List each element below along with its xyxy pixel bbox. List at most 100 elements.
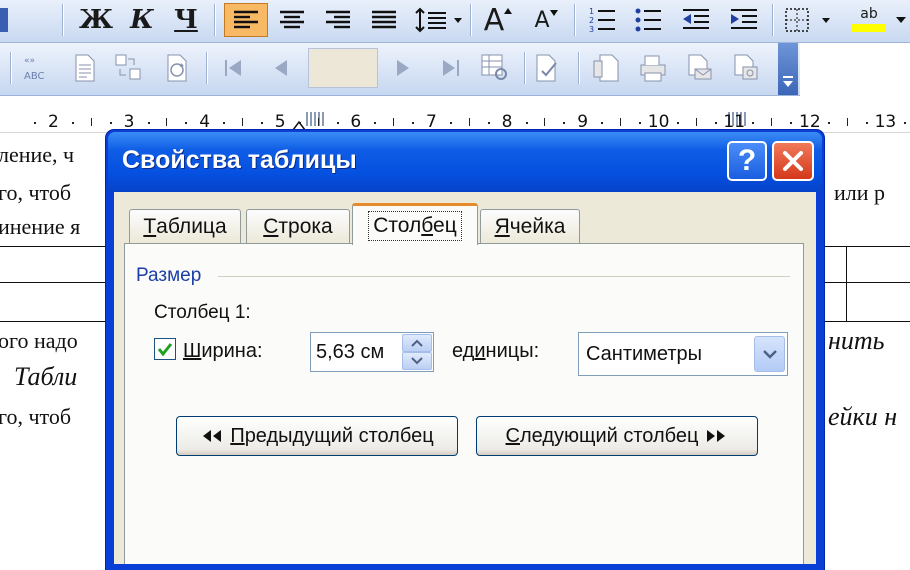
tab-label: аблица: [156, 214, 227, 238]
ruler-dot: [412, 122, 415, 124]
button-label: ледующий столбец: [519, 424, 699, 447]
ruler-tick: [317, 118, 319, 126]
grow-font-button[interactable]: A: [478, 3, 518, 38]
bulleted-list-button[interactable]: [628, 3, 668, 37]
spin-up-button[interactable]: [402, 334, 432, 352]
propagate-labels-button[interactable]: [160, 50, 194, 86]
first-record-icon: [225, 60, 241, 76]
shrink-font-icon: A: [534, 7, 550, 33]
dialog-title: Свойства таблицы: [122, 146, 357, 174]
align-right-button[interactable]: [318, 3, 358, 37]
ruler-dot: [790, 122, 793, 124]
merge-to-printer-button[interactable]: [636, 50, 670, 86]
chevron-up-icon: [411, 339, 423, 347]
fax-icon: [734, 54, 758, 80]
line-spacing-button[interactable]: [412, 3, 468, 37]
highlight-dropdown[interactable]: [892, 3, 910, 37]
horizontal-ruler[interactable]: [0, 96, 910, 133]
tab-row[interactable]: Строка: [246, 209, 350, 243]
align-center-icon: [280, 10, 304, 29]
highlight-button[interactable]: ab: [846, 3, 892, 37]
ruler-dot: [827, 122, 830, 124]
ruler-dot: [563, 122, 566, 124]
borders-icon: [785, 8, 830, 32]
view-merged-data-button[interactable]: «» ABC: [22, 50, 56, 86]
width-checkbox[interactable]: [154, 338, 176, 360]
check-errors-button[interactable]: [532, 50, 566, 86]
bold-button[interactable]: Ж: [78, 3, 114, 37]
ruler-dot: [260, 122, 263, 124]
highlight-fields-button[interactable]: [68, 50, 102, 86]
tab-accesskey: Я: [494, 214, 510, 238]
tab-label: чейка: [509, 214, 566, 238]
decrease-indent-button[interactable]: [676, 3, 716, 37]
shrink-font-button[interactable]: A: [528, 3, 564, 37]
ruler-tick: [166, 118, 168, 126]
previous-column-button[interactable]: Предыдущий столбец: [176, 416, 458, 456]
highlight-icon: ab: [860, 6, 878, 22]
align-left-button[interactable]: [224, 3, 268, 37]
tab-column[interactable]: Столбец: [352, 203, 478, 245]
last-record-button[interactable]: [434, 50, 468, 86]
toolbar-edge: [0, 8, 8, 32]
tab-focus-box: Столбец: [368, 210, 462, 241]
ruler-tick: [771, 118, 773, 126]
numbered-list-button[interactable]: 123: [582, 3, 622, 37]
decrease-indent-icon: [683, 9, 709, 29]
highlight-color-bar: [852, 24, 886, 32]
first-record-button[interactable]: [216, 50, 250, 86]
ruler-tick: [620, 118, 621, 126]
close-button[interactable]: [772, 141, 814, 181]
find-entry-button[interactable]: [478, 50, 512, 86]
previous-record-icon: [275, 60, 287, 76]
svg-text:3: 3: [589, 25, 594, 33]
match-fields-button[interactable]: [112, 50, 146, 86]
italic-glyph: К: [130, 5, 154, 35]
ruler-number: 4: [199, 112, 211, 132]
tab-panel-column: [124, 243, 804, 564]
ruler-dot: [223, 122, 226, 124]
italic-button[interactable]: К: [124, 3, 160, 37]
align-left-icon: [234, 10, 258, 29]
ruler-dot: [487, 122, 490, 124]
next-record-icon: [397, 60, 409, 76]
doc-line: го, чтоб: [0, 180, 72, 205]
next-column-button[interactable]: Следующий столбец: [476, 416, 758, 456]
tab-cell[interactable]: Ячейка: [480, 209, 580, 243]
increase-indent-button[interactable]: [724, 3, 764, 37]
width-spinner[interactable]: [402, 334, 432, 370]
document-icon: [75, 54, 95, 82]
ruler-tick: [90, 118, 92, 126]
width-label: Ширина:: [183, 340, 263, 363]
justify-button[interactable]: [364, 3, 404, 37]
label-text: ницы:: [485, 340, 540, 362]
last-record-icon: [443, 60, 459, 76]
merge-to-email-button[interactable]: [682, 50, 716, 86]
doc-line: ейки н: [828, 402, 898, 431]
toolbar-options-button[interactable]: [778, 43, 798, 95]
label-text: ед: [452, 340, 475, 362]
match-fields-icon: [115, 54, 141, 80]
help-button[interactable]: ?: [727, 141, 767, 181]
tab-table[interactable]: Таблица: [129, 209, 241, 243]
next-record-button[interactable]: [386, 50, 420, 86]
close-icon: [783, 151, 803, 171]
ruler-number: 11: [723, 112, 746, 132]
previous-record-button[interactable]: [264, 50, 298, 86]
button-accesskey: П: [230, 424, 245, 447]
spin-down-button[interactable]: [402, 352, 432, 370]
column-marker[interactable]: [306, 112, 326, 126]
chevron-down-icon: [783, 76, 793, 87]
tab-label: Стол: [373, 213, 422, 237]
record-number-input[interactable]: [308, 48, 378, 88]
align-center-button[interactable]: [272, 3, 312, 37]
merge-to-fax-button[interactable]: [728, 50, 762, 86]
units-dropdown-button[interactable]: [754, 336, 785, 372]
label-text: ирина:: [201, 340, 263, 362]
borders-button[interactable]: [782, 3, 836, 37]
merge-to-document-button[interactable]: [590, 50, 624, 86]
underline-button[interactable]: Ч: [168, 3, 204, 37]
tab-accesskey: С: [263, 214, 279, 238]
numbered-list-icon: 123: [589, 7, 615, 33]
ruler-number: 6: [350, 112, 362, 132]
